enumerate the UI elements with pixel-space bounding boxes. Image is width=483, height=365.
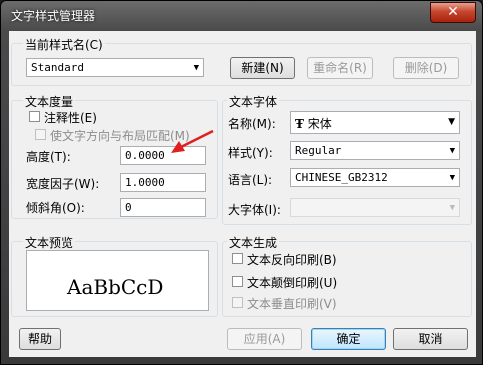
oblique-angle-label: 倾斜角(O): (26, 201, 85, 215)
annotation-arrow-icon (171, 129, 214, 153)
current-style-select[interactable]: Standard ▼ (26, 58, 204, 77)
chevron-down-icon: ▼ (449, 146, 455, 156)
new-style-button[interactable]: 新建(N) (230, 57, 295, 79)
width-factor-label: 宽度因子(W): (26, 177, 100, 191)
delete-style-button[interactable]: 删除(D) (393, 57, 459, 79)
chevron-down-icon: ▼ (449, 203, 455, 213)
bigfont-select[interactable]: ▼ (290, 198, 460, 217)
dialog-window: 文字样式管理器 ✕ 当前样式名(C) Standard ▼ 新建(N) 重命名(… (0, 0, 483, 365)
font-title: 文本字体 (227, 93, 280, 110)
font-name-value: 宋体 (307, 117, 332, 131)
preview-pane: AaBbCcD (26, 250, 209, 311)
language-value: CHINESE_GB2312 (295, 171, 388, 184)
preview-title: 文本预览 (23, 234, 76, 251)
window-title: 文字样式管理器 (11, 9, 96, 23)
ok-button[interactable]: 确定 (311, 328, 386, 350)
font-style-select[interactable]: Regular ▼ (290, 141, 460, 160)
truetype-font-icon: Ŧ (295, 117, 304, 131)
chevron-down-icon: ▼ (193, 63, 199, 73)
rename-style-button[interactable]: 重命名(R) (307, 57, 373, 79)
vertical-label: 文本垂直印刷(V) (247, 297, 337, 311)
language-label: 语言(L): (228, 173, 273, 187)
preview-sample-text: AaBbCcD (67, 275, 164, 299)
chevron-down-icon: ▼ (448, 117, 455, 127)
apply-button[interactable]: 应用(A) (227, 328, 302, 350)
metrics-title: 文本度量 (23, 93, 76, 110)
current-style-label: 当前样式名(C) (23, 36, 105, 53)
oblique-angle-input[interactable]: 0 (120, 198, 206, 217)
font-style-value: Regular (295, 144, 342, 157)
font-name-select[interactable]: Ŧ 宋体 ▼ (290, 111, 460, 134)
generation-title: 文本生成 (227, 234, 280, 251)
current-style-value: Standard (31, 61, 84, 74)
upside-down-checkbox[interactable] (232, 276, 243, 287)
reverse-checkbox[interactable] (232, 253, 243, 264)
cancel-button[interactable]: 取消 (393, 328, 468, 350)
annotative-label: 注释性(E) (44, 111, 97, 125)
height-label: 高度(T): (26, 150, 71, 164)
bigfont-label: 大字体(I): (228, 203, 281, 217)
dialog-client: 当前样式名(C) Standard ▼ 新建(N) 重命名(R) 删除(D) 文… (9, 31, 476, 357)
width-factor-input[interactable]: 1.0000 (120, 173, 206, 192)
annotative-checkbox[interactable] (29, 111, 40, 122)
help-button[interactable]: 帮助 (19, 328, 61, 350)
chevron-down-icon: ▼ (449, 173, 455, 183)
upside-down-label: 文本颠倒印刷(U) (247, 276, 338, 290)
close-button[interactable]: ✕ (430, 2, 476, 23)
language-select[interactable]: CHINESE_GB2312 ▼ (290, 168, 460, 187)
reverse-label: 文本反向印刷(B) (247, 253, 337, 267)
match-layout-checkbox[interactable] (35, 129, 46, 140)
vertical-checkbox[interactable] (232, 297, 243, 308)
font-style-label: 样式(Y): (228, 146, 273, 160)
font-name-label: 名称(M): (228, 117, 276, 131)
